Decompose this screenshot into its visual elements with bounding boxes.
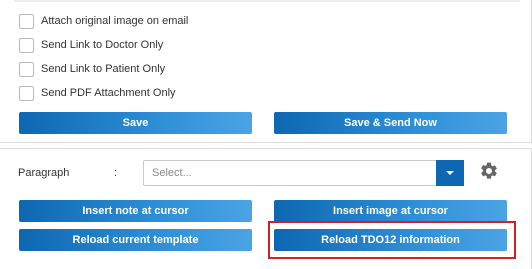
- send-pdf-attachment-label: Send PDF Attachment Only: [41, 87, 176, 99]
- reload-template-button[interactable]: Reload current template: [19, 229, 252, 251]
- insert-image-button[interactable]: Insert image at cursor: [274, 200, 507, 222]
- panel-top-border: [14, 0, 520, 2]
- reload-tdo12-button[interactable]: Reload TDO12 information: [274, 229, 507, 251]
- save-button[interactable]: Save: [19, 112, 252, 134]
- paragraph-select-placeholder: Select...: [152, 167, 192, 179]
- send-pdf-attachment-checkbox[interactable]: [19, 85, 34, 101]
- chevron-down-icon: [446, 171, 454, 175]
- paragraph-colon: :: [114, 167, 118, 179]
- send-link-doctor-option[interactable]: Send Link to Doctor Only: [19, 37, 163, 53]
- paragraph-dropdown-button[interactable]: [436, 160, 464, 186]
- send-link-doctor-label: Send Link to Doctor Only: [41, 39, 164, 51]
- send-link-patient-option[interactable]: Send Link to Patient Only: [19, 61, 165, 77]
- paragraph-select[interactable]: Select...: [143, 160, 464, 186]
- attach-original-image-option[interactable]: Attach original image on email: [19, 13, 188, 29]
- send-link-patient-checkbox[interactable]: [19, 61, 34, 77]
- send-link-patient-label: Send Link to Patient Only: [41, 63, 166, 75]
- insert-note-button[interactable]: Insert note at cursor: [19, 200, 252, 222]
- send-pdf-attachment-option[interactable]: Send PDF Attachment Only: [19, 85, 176, 101]
- attach-original-image-label: Attach original image on email: [41, 15, 189, 27]
- paragraph-label: Paragraph: [18, 167, 70, 179]
- gear-icon[interactable]: [479, 161, 499, 181]
- attach-original-image-checkbox[interactable]: [19, 13, 34, 29]
- save-and-send-now-button[interactable]: Save & Send Now: [274, 112, 507, 134]
- send-link-doctor-checkbox[interactable]: [19, 37, 34, 53]
